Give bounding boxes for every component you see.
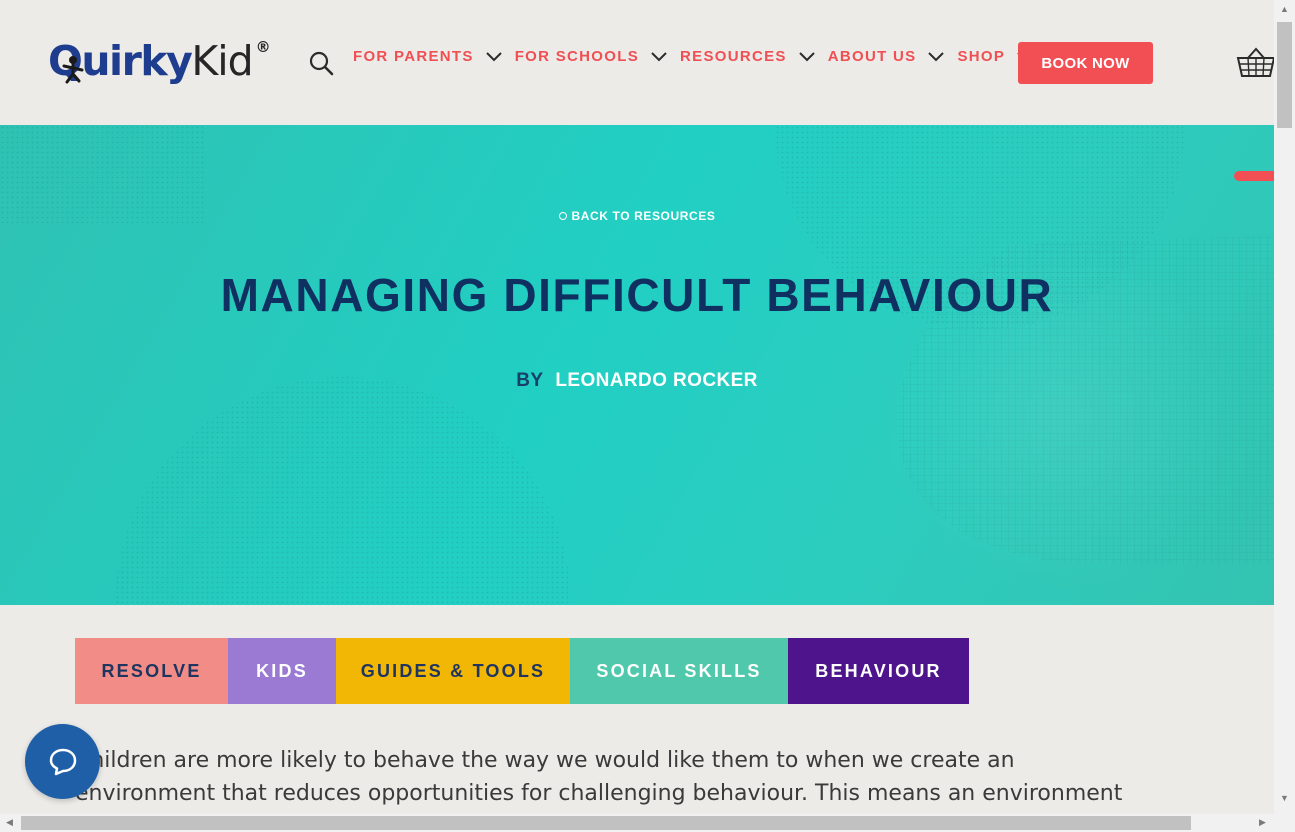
nav-label: ABOUT US [827,48,917,65]
vertical-scrollbar[interactable]: ▲ ▼ [1274,0,1295,814]
author-link[interactable]: LEONARDO ROCKER [555,370,757,391]
main-nav: FOR PARENTS FOR SCHOOLS RESOURCES ABOUT … [353,48,1046,65]
decorative-pattern [0,125,1274,605]
scroll-right-arrow-icon[interactable]: ▶ [1259,818,1266,827]
category-tags: RESOLVE KIDS GUIDES & TOOLS SOCIAL SKILL… [75,638,969,704]
tag-guides-tools[interactable]: GUIDES & TOOLS [336,638,570,704]
chat-bubble-icon [49,748,77,776]
nav-for-schools[interactable]: FOR SCHOOLS [515,48,667,65]
site-header: Quirky Kid ® FOR PARENTS FOR SCHOOLS RESOU… [0,0,1276,125]
nav-label: RESOURCES [680,48,787,65]
article-body: Children are more likely to behave the w… [75,744,1205,810]
back-label: BACK TO RESOURCES [571,209,716,223]
page-title: MANAGING DIFFICULT BEHAVIOUR [220,269,1054,321]
quirkykid-logo[interactable]: Quirky Kid ® [48,37,271,85]
nav-label: FOR SCHOOLS [514,48,640,65]
nav-resources[interactable]: RESOURCES [680,48,815,65]
chat-widget-button[interactable] [25,724,100,799]
scrollbar-thumb[interactable] [21,816,1191,830]
tag-social-skills[interactable]: SOCIAL SKILLS [570,638,788,704]
chevron-down-icon [928,51,945,61]
basket-icon[interactable] [1236,46,1276,78]
scroll-left-arrow-icon[interactable]: ◀ [6,818,13,827]
search-icon[interactable] [308,50,334,76]
article-line: environment that reduces opportunities f… [75,781,1123,806]
hero-banner: BACK TO RESOURCES MANAGING DIFFICULT BEH… [0,125,1274,605]
chevron-down-icon [799,51,815,61]
logo-figure-icon [62,56,84,84]
circle-icon [558,212,567,220]
author-byline: BY LEONARDO ROCKER [0,370,1274,392]
scroll-up-arrow-icon[interactable]: ▲ [1280,5,1289,14]
chevron-down-icon [485,51,502,61]
back-to-resources-link[interactable]: BACK TO RESOURCES [0,209,1274,223]
nav-for-parents[interactable]: FOR PARENTS [353,48,502,65]
article-line: Children are more likely to behave the w… [75,748,1015,773]
logo-text-kid: Kid [191,37,253,85]
scrollbar-thumb[interactable] [1277,22,1292,128]
tag-resolve[interactable]: RESOLVE [75,638,228,704]
nav-label: FOR PARENTS [353,48,474,65]
scroll-down-arrow-icon[interactable]: ▼ [1280,794,1289,803]
logo-registered-mark: ® [255,38,271,56]
book-now-button[interactable]: BOOK NOW [1018,42,1153,84]
nav-about-us[interactable]: ABOUT US [828,48,945,65]
horizontal-scrollbar[interactable]: ◀ ▶ [0,814,1295,832]
by-label: BY [516,370,544,391]
progress-indicator [1234,171,1274,181]
chevron-down-icon [651,51,667,61]
tag-kids[interactable]: KIDS [228,638,336,704]
nav-label: SHOP [957,48,1006,65]
tag-behaviour[interactable]: BEHAVIOUR [788,638,969,704]
